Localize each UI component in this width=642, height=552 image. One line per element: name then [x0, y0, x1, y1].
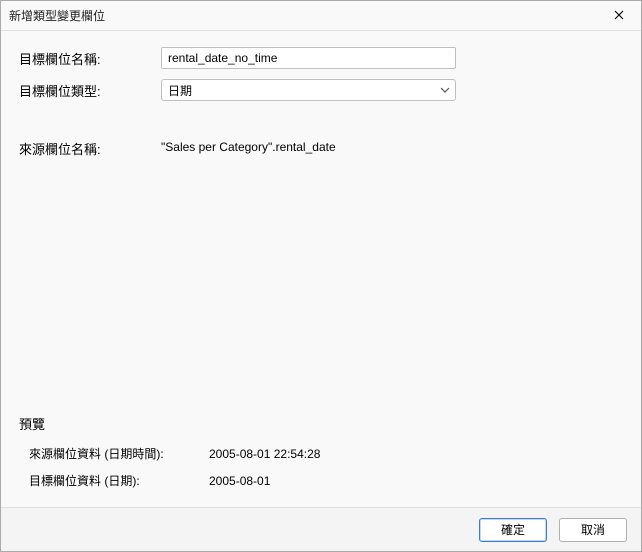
preview-target-row: 目標欄位資料 (日期): 2005-08-01	[19, 472, 623, 489]
target-type-select[interactable]: 日期	[161, 79, 456, 101]
preview-source-label: 來源欄位資料 (日期時間):	[29, 445, 209, 462]
close-icon	[614, 9, 624, 23]
close-button[interactable]	[597, 1, 641, 31]
cancel-button[interactable]: 取消	[559, 518, 627, 542]
source-name-row: 來源欄位名稱: "Sales per Category".rental_date	[19, 139, 623, 158]
button-bar: 確定 取消	[1, 507, 641, 551]
ok-button[interactable]: 確定	[479, 518, 547, 542]
preview-target-label: 目標欄位資料 (日期):	[29, 472, 209, 489]
dialog-content: 目標欄位名稱: 目標欄位類型: 日期 來源欄位名稱: "Sales per Ca…	[1, 31, 641, 507]
preview-title: 預覽	[19, 414, 623, 433]
preview-source-row: 來源欄位資料 (日期時間): 2005-08-01 22:54:28	[19, 445, 623, 462]
preview-target-value: 2005-08-01	[209, 474, 270, 488]
preview-source-value: 2005-08-01 22:54:28	[209, 447, 320, 461]
source-name-value: "Sales per Category".rental_date	[161, 139, 336, 158]
dialog-window: 新增類型變更欄位 目標欄位名稱: 目標欄位類型: 日期 來源欄位名稱: "Sal…	[0, 0, 642, 552]
target-name-input[interactable]	[161, 47, 456, 69]
titlebar: 新增類型變更欄位	[1, 1, 641, 31]
spacer	[19, 158, 623, 406]
target-name-row: 目標欄位名稱:	[19, 47, 623, 69]
source-name-label: 來源欄位名稱:	[19, 139, 161, 158]
dialog-title: 新增類型變更欄位	[9, 7, 105, 24]
target-type-row: 目標欄位類型: 日期	[19, 79, 623, 101]
preview-section: 預覽 來源欄位資料 (日期時間): 2005-08-01 22:54:28 目標…	[19, 414, 623, 499]
target-name-label: 目標欄位名稱:	[19, 49, 161, 68]
target-type-label: 目標欄位類型:	[19, 81, 161, 100]
target-type-value: 日期	[161, 79, 456, 101]
